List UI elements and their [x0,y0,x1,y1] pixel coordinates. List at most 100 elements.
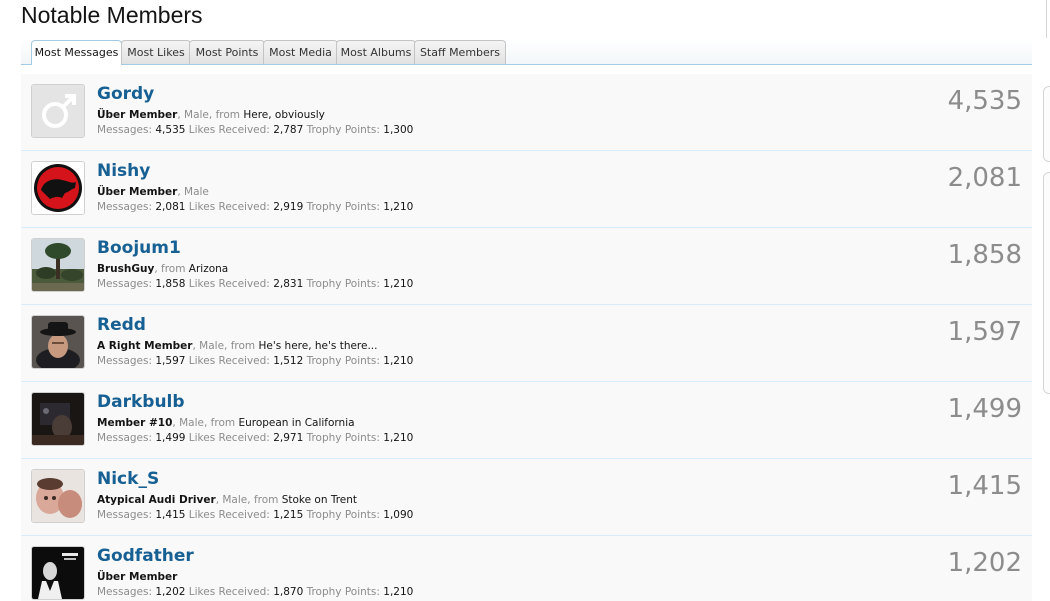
page: Notable Members Most Messages Most Likes… [0,0,1050,601]
messages-value: 2,081 [155,201,186,213]
points-label: Trophy Points: [306,201,380,213]
godfather-poster [32,547,84,599]
user-gender: Male [222,494,248,506]
likes-label: Likes Received: [188,355,270,367]
avatar[interactable] [31,315,85,369]
message-count: 1,415 [947,471,1022,501]
member-row: Godfather Über Member Messages: 1,202 Li… [21,536,1032,601]
user-title: Atypical Audi Driver [97,494,216,506]
user-title: A Right Member [97,340,193,352]
points-value: 1,210 [383,355,414,367]
username[interactable]: Nishy [97,161,150,181]
tab-most-media[interactable]: Most Media [263,40,338,64]
points-label: Trophy Points: [306,432,380,444]
points-label: Trophy Points: [306,124,380,136]
member-stats: Messages: 2,081 Likes Received: 2,919 Tr… [97,201,413,214]
dark-photo [32,393,84,445]
user-location: Arizona [188,263,229,275]
user-location: European in California [238,417,355,429]
member-stats: Messages: 1,597 Likes Received: 1,512 Tr… [97,355,413,368]
messages-value: 1,858 [155,278,186,290]
sidebar-panel [1043,86,1050,162]
user-location: Here, obviously [243,109,325,121]
likes-label: Likes Received: [188,432,270,444]
tree-photo [32,239,84,291]
from-label: from [230,340,256,352]
member-stats: Messages: 1,858 Likes Received: 2,831 Tr… [97,278,413,291]
member-info: BrushGuy, from Arizona [97,263,229,275]
username[interactable]: Gordy [97,84,154,104]
points-label: Trophy Points: [306,586,380,598]
username[interactable]: Nick_S [97,469,159,489]
messages-value: 4,535 [155,124,186,136]
tab-most-messages[interactable]: Most Messages [31,40,122,65]
points-value: 1,210 [383,201,414,213]
message-count: 1,202 [947,548,1022,578]
username[interactable]: Redd [97,315,146,335]
message-count: 4,535 [947,86,1022,116]
member-stats: Messages: 4,535 Likes Received: 2,787 Tr… [97,124,413,137]
username[interactable]: Boojum1 [97,238,181,258]
from-label: from [210,417,236,429]
member-stats: Messages: 1,499 Likes Received: 2,971 Tr… [97,432,413,445]
likes-value: 1,512 [273,355,304,367]
user-title: Über Member [97,186,178,198]
red-panther-logo [32,162,84,214]
user-location: He's here, he's there... [258,340,378,352]
points-value: 1,210 [383,586,414,598]
user-location: Stoke on Trent [281,494,358,506]
messages-label: Messages: [97,124,153,136]
points-value: 1,300 [383,124,414,136]
avatar[interactable] [31,161,85,215]
member-row: Boojum1 BrushGuy, from Arizona Messages:… [21,228,1032,305]
member-info: A Right Member, Male, from He's here, he… [97,340,378,352]
likes-label: Likes Received: [188,509,270,521]
points-label: Trophy Points: [306,509,380,521]
member-stats: Messages: 1,202 Likes Received: 1,870 Tr… [97,586,413,599]
points-label: Trophy Points: [306,278,380,290]
tab-staff-members[interactable]: Staff Members [414,40,506,64]
messages-value: 1,415 [155,509,186,521]
tab-most-points[interactable]: Most Points [189,40,265,64]
messages-value: 1,597 [155,355,186,367]
user-gender: Male [199,340,225,352]
avatar[interactable] [31,238,85,292]
message-count: 1,597 [947,317,1022,347]
user-gender: Male [184,109,209,121]
member-row: Darkbulb Member #10, Male, from European… [21,382,1032,459]
male-placeholder-icon [32,85,84,137]
avatar[interactable] [31,84,85,138]
likes-label: Likes Received: [188,586,270,598]
messages-label: Messages: [97,432,153,444]
page-title: Notable Members [21,2,203,28]
member-list: Gordy Über Member, Male, from Here, obvi… [21,74,1032,601]
tab-most-likes[interactable]: Most Likes [121,40,191,64]
likes-label: Likes Received: [188,201,270,213]
likes-label: Likes Received: [188,278,270,290]
points-value: 1,210 [383,278,414,290]
avatar[interactable] [31,392,85,446]
likes-value: 2,787 [273,124,304,136]
messages-label: Messages: [97,586,153,598]
username[interactable]: Darkbulb [97,392,185,412]
user-title: Über Member [97,109,178,121]
member-info: Über Member, Male [97,186,209,198]
from-label: from [161,263,186,275]
member-row: Redd A Right Member, Male, from He's her… [21,305,1032,382]
messages-value: 1,202 [155,586,186,598]
user-gender: Male [179,417,204,429]
avatar[interactable] [31,546,85,600]
likes-value: 2,831 [273,278,304,290]
member-row: Nishy Über Member, Male Messages: 2,081 … [21,151,1032,228]
user-gender: Male [184,186,209,198]
baby-photo [32,470,84,522]
messages-value: 1,499 [155,432,186,444]
user-title: Über Member [97,571,178,583]
tab-most-albums[interactable]: Most Albums [336,40,416,64]
username[interactable]: Godfather [97,546,194,566]
message-count: 1,499 [947,394,1022,424]
points-label: Trophy Points: [306,355,380,367]
avatar[interactable] [31,469,85,523]
member-info: Member #10, Male, from European in Calif… [97,417,355,429]
messages-label: Messages: [97,509,153,521]
